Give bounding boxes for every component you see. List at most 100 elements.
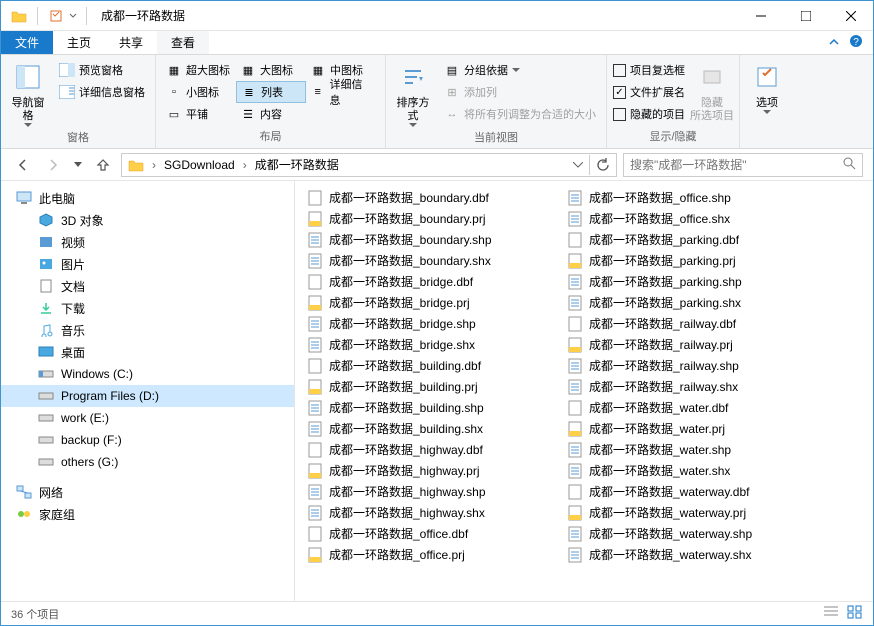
minimize-button[interactable]: [738, 1, 783, 31]
thumbnails-view-icon[interactable]: [847, 605, 863, 622]
file-item[interactable]: 成都一环路数据_railway.shp: [563, 355, 823, 376]
chevron-right-icon[interactable]: ›: [150, 158, 158, 172]
item-checkboxes-toggle[interactable]: 项目复选框: [613, 59, 685, 81]
file-item[interactable]: 成都一环路数据_building.shx: [303, 418, 563, 439]
file-item[interactable]: 成都一环路数据_highway.dbf: [303, 439, 563, 460]
file-item[interactable]: 成都一环路数据_boundary.shp: [303, 229, 563, 250]
file-item[interactable]: 成都一环路数据_building.dbf: [303, 355, 563, 376]
file-item[interactable]: 成都一环路数据_highway.shx: [303, 502, 563, 523]
view-large-button[interactable]: ▦大图标: [236, 59, 306, 81]
tab-file[interactable]: 文件: [1, 31, 53, 54]
forward-button[interactable]: [41, 153, 65, 177]
group-by-button[interactable]: ▤分组依据: [440, 59, 600, 81]
file-icon: [307, 400, 323, 416]
file-item[interactable]: 成都一环路数据_water.prj: [563, 418, 823, 439]
back-button[interactable]: [11, 153, 35, 177]
file-item[interactable]: 成都一环路数据_building.shp: [303, 397, 563, 418]
collapse-ribbon-icon[interactable]: [829, 36, 839, 50]
maximize-button[interactable]: [783, 1, 828, 31]
preview-pane-button[interactable]: 预览窗格: [55, 59, 149, 81]
tree-f-drive[interactable]: backup (F:): [1, 429, 294, 451]
file-list[interactable]: 成都一环路数据_boundary.dbf成都一环路数据_boundary.prj…: [295, 181, 873, 601]
sort-by-button[interactable]: 排序方式: [392, 59, 434, 127]
file-item[interactable]: 成都一环路数据_bridge.shx: [303, 334, 563, 355]
navigation-pane-button[interactable]: 导航窗格: [7, 59, 49, 127]
details-view-icon[interactable]: [823, 605, 839, 622]
video-icon: [37, 233, 55, 251]
file-icon: [307, 505, 323, 521]
tree-desktop[interactable]: 桌面: [1, 341, 294, 363]
recent-locations-button[interactable]: [71, 153, 85, 177]
file-name: 成都一环路数据_building.prj: [329, 378, 478, 395]
file-item[interactable]: 成都一环路数据_parking.shx: [563, 292, 823, 313]
hidden-items-toggle[interactable]: 隐藏的项目: [613, 103, 685, 125]
tree-downloads[interactable]: 下载: [1, 297, 294, 319]
file-item[interactable]: 成都一环路数据_railway.prj: [563, 334, 823, 355]
view-tiles-button[interactable]: ▭平铺: [162, 103, 236, 125]
file-item[interactable]: 成都一环路数据_water.shp: [563, 439, 823, 460]
close-button[interactable]: [828, 1, 873, 31]
breadcrumb[interactable]: › SGDownload › 成都一环路数据: [121, 153, 617, 177]
file-item[interactable]: 成都一环路数据_office.shp: [563, 187, 823, 208]
file-item[interactable]: 成都一环路数据_parking.dbf: [563, 229, 823, 250]
details-pane-button[interactable]: 详细信息窗格: [55, 81, 149, 103]
breadcrumb-seg[interactable]: SGDownload: [160, 154, 239, 176]
qat-dropdown-icon[interactable]: [68, 6, 78, 26]
view-details-button[interactable]: ≡详细信息: [306, 81, 376, 103]
refresh-button[interactable]: [592, 153, 614, 177]
tab-view[interactable]: 查看: [157, 31, 209, 54]
file-item[interactable]: 成都一环路数据_waterway.shx: [563, 544, 823, 565]
tree-d-drive[interactable]: Program Files (D:): [1, 385, 294, 407]
tree-pictures[interactable]: 图片: [1, 253, 294, 275]
help-icon[interactable]: ?: [849, 34, 863, 51]
tab-home[interactable]: 主页: [53, 31, 105, 54]
tree-network[interactable]: 网络: [1, 481, 294, 503]
file-item[interactable]: 成都一环路数据_office.shx: [563, 208, 823, 229]
tree-3d-objects[interactable]: 3D 对象: [1, 209, 294, 231]
address-dropdown-icon[interactable]: [569, 153, 587, 177]
file-item[interactable]: 成都一环路数据_water.dbf: [563, 397, 823, 418]
file-name: 成都一环路数据_railway.shp: [589, 357, 739, 374]
file-item[interactable]: 成都一环路数据_office.prj: [303, 544, 563, 565]
search-input[interactable]: 搜索"成都一环路数据": [623, 153, 863, 177]
view-small-button[interactable]: ▫小图标: [162, 81, 236, 103]
file-item[interactable]: 成都一环路数据_bridge.dbf: [303, 271, 563, 292]
file-item[interactable]: 成都一环路数据_railway.dbf: [563, 313, 823, 334]
view-content-button[interactable]: ☰内容: [236, 103, 306, 125]
tree-homegroup[interactable]: 家庭组: [1, 503, 294, 525]
up-button[interactable]: [91, 153, 115, 177]
file-item[interactable]: 成都一环路数据_highway.shp: [303, 481, 563, 502]
tree-videos[interactable]: 视频: [1, 231, 294, 253]
file-item[interactable]: 成都一环路数据_waterway.dbf: [563, 481, 823, 502]
file-item[interactable]: 成都一环路数据_waterway.prj: [563, 502, 823, 523]
drive-icon: [37, 365, 55, 383]
file-item[interactable]: 成都一环路数据_parking.prj: [563, 250, 823, 271]
view-list-button[interactable]: ≣列表: [236, 81, 306, 103]
chevron-right-icon[interactable]: ›: [241, 158, 249, 172]
file-item[interactable]: 成都一环路数据_bridge.shp: [303, 313, 563, 334]
tree-g-drive[interactable]: others (G:): [1, 451, 294, 473]
file-item[interactable]: 成都一环路数据_highway.prj: [303, 460, 563, 481]
options-button[interactable]: 选项: [746, 59, 788, 114]
properties-icon[interactable]: [46, 6, 66, 26]
file-item[interactable]: 成都一环路数据_boundary.prj: [303, 208, 563, 229]
tree-e-drive[interactable]: work (E:): [1, 407, 294, 429]
file-item[interactable]: 成都一环路数据_water.shx: [563, 460, 823, 481]
tree-music[interactable]: 音乐: [1, 319, 294, 341]
tab-share[interactable]: 共享: [105, 31, 157, 54]
file-item[interactable]: 成都一环路数据_parking.shp: [563, 271, 823, 292]
tree-c-drive[interactable]: Windows (C:): [1, 363, 294, 385]
file-item[interactable]: 成都一环路数据_building.prj: [303, 376, 563, 397]
view-extra-large-button[interactable]: ▦超大图标: [162, 59, 236, 81]
file-item[interactable]: 成都一环路数据_waterway.shp: [563, 523, 823, 544]
file-item[interactable]: 成都一环路数据_bridge.prj: [303, 292, 563, 313]
file-item[interactable]: 成都一环路数据_boundary.shx: [303, 250, 563, 271]
file-item[interactable]: 成都一环路数据_office.dbf: [303, 523, 563, 544]
tree-documents[interactable]: 文档: [1, 275, 294, 297]
file-ext-toggle[interactable]: ✓文件扩展名: [613, 81, 685, 103]
breadcrumb-seg[interactable]: 成都一环路数据: [251, 154, 343, 176]
tree-this-pc[interactable]: 此电脑: [1, 187, 294, 209]
file-item[interactable]: 成都一环路数据_railway.shx: [563, 376, 823, 397]
file-item[interactable]: 成都一环路数据_boundary.dbf: [303, 187, 563, 208]
navigation-pane[interactable]: 此电脑 3D 对象 视频 图片 文档 下载 音乐 桌面 Windows (C:)…: [1, 181, 295, 601]
